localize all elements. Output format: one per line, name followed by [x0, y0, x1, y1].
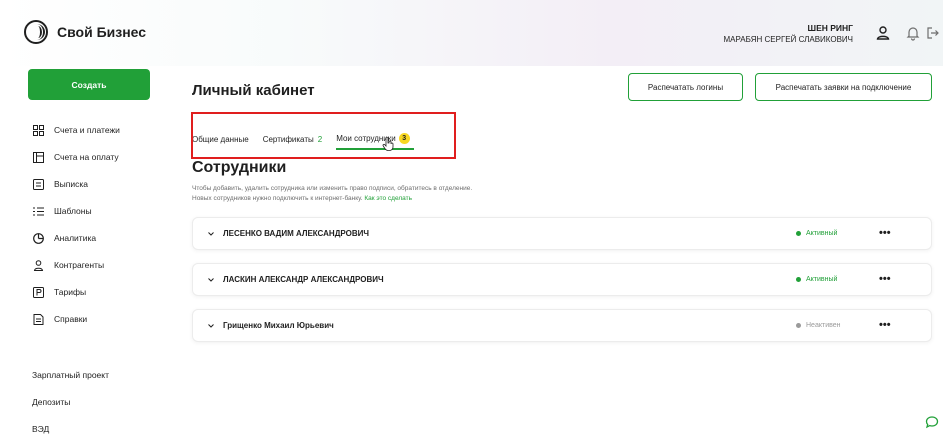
status-badge: Активный — [796, 230, 837, 237]
sidebar-item-salary-project[interactable]: Зарплатный проект — [32, 370, 109, 380]
sidebar-item-analytics[interactable]: Аналитика — [32, 229, 96, 247]
statement-icon — [32, 178, 44, 190]
sidebar-item-label: Выписка — [54, 179, 89, 189]
user-name: МАРАБЯН СЕРГЕЙ СЛАВИКОВИЧ — [723, 35, 853, 44]
more-menu-icon[interactable]: ••• — [879, 273, 891, 285]
status-badge: Неактивен — [796, 322, 841, 329]
status-text: Активный — [806, 276, 838, 283]
sidebar-item-deposits[interactable]: Депозиты — [32, 397, 70, 407]
status-badge: Активный — [796, 276, 837, 283]
create-button[interactable]: Создать — [28, 69, 150, 100]
sidebar-item-tariffs[interactable]: Тарифы — [32, 283, 86, 301]
status-text: Активный — [806, 230, 838, 237]
section-description: Чтобы добавить, удалить сотрудника или и… — [192, 184, 472, 204]
user-icon[interactable] — [875, 25, 891, 41]
status-dot — [796, 231, 801, 236]
invoice-icon — [32, 151, 44, 163]
person-icon — [32, 259, 44, 271]
chevron-down-icon[interactable] — [207, 322, 215, 330]
description-line: Чтобы добавить, удалить сотрудника или и… — [192, 185, 473, 192]
sidebar-item-references[interactable]: Справки — [32, 310, 87, 328]
description-text: Новых сотрудников нужно подключить к инт… — [192, 195, 363, 202]
more-menu-icon[interactable]: ••• — [879, 319, 891, 331]
sidebar-item-label: Справки — [54, 314, 88, 324]
status-dot — [796, 277, 801, 282]
description-line: Новых сотрудников нужно подключить к инт… — [192, 194, 472, 204]
employee-row[interactable]: ЛАСКИН АЛЕКСАНДР АЛЕКСАНДРОВИЧ Активный … — [192, 263, 932, 296]
sidebar-item-templates[interactable]: Шаблоны — [32, 202, 92, 220]
sidebar-item-label: Счета и платежи — [54, 125, 120, 135]
employee-name: ЛЕСЕНКО ВАДИМ АЛЕКСАНДРОВИЧ — [223, 229, 369, 238]
grid-icon — [32, 124, 44, 136]
bell-icon[interactable] — [905, 25, 921, 41]
sidebar-item-invoices[interactable]: Счета на оплату — [32, 148, 119, 166]
brand-name: Свой Бизнес — [57, 24, 147, 40]
user-info[interactable]: ШЕН РИНГ МАРАБЯН СЕРГЕЙ СЛАВИКОВИЧ — [723, 23, 853, 45]
employee-row[interactable]: ЛЕСЕНКО ВАДИМ АЛЕКСАНДРОВИЧ Активный ••• — [192, 217, 932, 250]
sidebar-item-statement[interactable]: Выписка — [32, 175, 88, 193]
brand-logo[interactable]: Свой Бизнес — [24, 20, 146, 44]
sidebar-item-payments[interactable]: Счета и платежи — [32, 121, 120, 139]
sidebar-item-counterparties[interactable]: Контрагенты — [32, 256, 104, 274]
tariff-icon — [32, 286, 44, 298]
list-icon — [32, 205, 44, 217]
sidebar-item-foreign-trade[interactable]: ВЭД — [32, 424, 49, 434]
top-header: Свой Бизнес ШЕН РИНГ МАРАБЯН СЕРГЕЙ СЛАВ… — [0, 0, 943, 66]
document-icon — [32, 313, 44, 325]
logo-icon — [24, 20, 48, 44]
hand-cursor-icon — [382, 137, 394, 151]
print-logins-button[interactable]: Распечатать логины — [628, 73, 743, 101]
sidebar-item-label: Контрагенты — [54, 260, 105, 270]
sidebar: Создать Счета и платежи Счета на оплату … — [0, 66, 175, 439]
chevron-down-icon[interactable] — [207, 230, 215, 238]
employee-row[interactable]: Грищенко Михаил Юрьевич Неактивен ••• — [192, 309, 932, 342]
chat-icon[interactable] — [925, 415, 939, 429]
more-menu-icon[interactable]: ••• — [879, 227, 891, 239]
chevron-down-icon[interactable] — [207, 276, 215, 284]
sidebar-item-label: Тарифы — [54, 287, 87, 297]
sidebar-item-label: Шаблоны — [54, 206, 92, 216]
employee-name: Грищенко Михаил Юрьевич — [223, 321, 334, 330]
status-dot — [796, 323, 801, 328]
organization-name: ШЕН РИНГ — [807, 23, 853, 33]
sidebar-item-label: Счета на оплату — [54, 152, 119, 162]
highlight-annotation — [191, 112, 456, 159]
print-requests-button[interactable]: Распечатать заявки на подключение — [755, 73, 932, 101]
section-title: Сотрудники — [192, 159, 287, 176]
employee-name: ЛАСКИН АЛЕКСАНДР АЛЕКСАНДРОВИЧ — [223, 275, 384, 284]
status-text: Неактивен — [806, 322, 841, 329]
how-to-link[interactable]: Как это сделать — [364, 195, 412, 202]
analytics-icon — [32, 232, 44, 244]
page-title: Личный кабинет — [192, 82, 315, 99]
sidebar-item-label: Аналитика — [54, 233, 97, 243]
logout-icon[interactable] — [925, 25, 941, 41]
